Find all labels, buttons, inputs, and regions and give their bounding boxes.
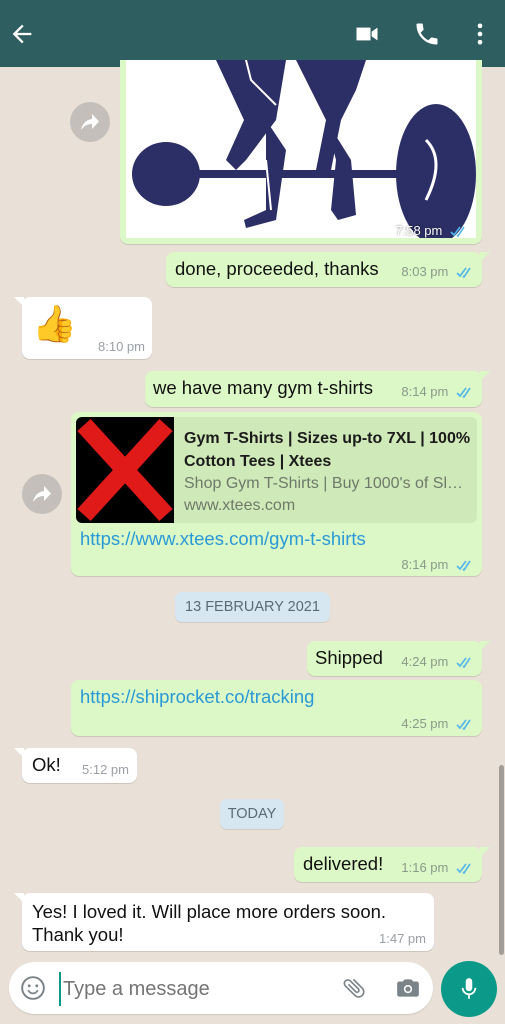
- message-meta: 5:12 pm: [82, 762, 129, 777]
- outgoing-message[interactable]: we have many gym t-shirts 8:14 pm: [145, 371, 490, 407]
- paperclip-icon[interactable]: [341, 975, 367, 1006]
- link-preview-card[interactable]: Gym T-Shirts | Sizes up-to 7XL | 100% Co…: [76, 417, 477, 523]
- message-link[interactable]: https://www.xtees.com/gym-t-shirts: [80, 528, 366, 550]
- message-time: 5:12 pm: [82, 762, 129, 777]
- message-text-line2: Thank you!: [32, 924, 124, 945]
- link-preview-description: Shop Gym T-Shirts | Buy 1000's of Sl…: [184, 475, 464, 492]
- message-link[interactable]: https://shiprocket.co/tracking: [80, 686, 314, 708]
- link-preview-domain: www.xtees.com: [184, 497, 296, 514]
- camera-icon[interactable]: [395, 975, 421, 1006]
- outgoing-message[interactable]: https://shiprocket.co/tracking 4:25 pm: [71, 680, 482, 736]
- message-meta: 4:24 pm: [401, 654, 474, 669]
- phone-icon[interactable]: [413, 20, 441, 48]
- read-ticks-icon: [450, 226, 465, 238]
- message-meta: 1:47 pm: [379, 931, 426, 946]
- message-meta: 8:10 pm: [98, 339, 145, 354]
- mic-button[interactable]: [441, 961, 497, 1017]
- incoming-message[interactable]: 👍 8:10 pm: [14, 297, 152, 359]
- message-composer: [9, 962, 433, 1014]
- weightlifter-illustration: [126, 60, 476, 238]
- forward-icon: [81, 114, 99, 130]
- message-time: 1:47 pm: [379, 931, 426, 946]
- read-ticks-icon: [456, 657, 471, 669]
- message-text-line1: Yes! I loved it. Will place more orders …: [32, 901, 387, 922]
- message-time: 1:16 pm: [401, 860, 449, 875]
- outgoing-message[interactable]: delivered! 1:16 pm: [294, 847, 490, 882]
- message-time: 8:10 pm: [98, 339, 145, 354]
- message-text: Shipped: [315, 647, 383, 668]
- message-meta: 8:14 pm: [401, 384, 474, 399]
- forward-button[interactable]: [22, 474, 62, 514]
- image-message[interactable]: 7:58 pm: [120, 60, 482, 244]
- message-emoji: 👍: [32, 303, 77, 344]
- red-x-image: [77, 418, 173, 522]
- message-text: we have many gym t-shirts: [153, 377, 374, 398]
- date-separator: 13 FEBRUARY 2021: [175, 592, 330, 622]
- message-meta: 8:03 pm: [401, 264, 474, 279]
- message-meta: 8:14 pm: [401, 557, 474, 572]
- message-time: 4:24 pm: [401, 654, 449, 669]
- link-preview-thumbnail: [76, 417, 174, 523]
- message-input[interactable]: [59, 972, 325, 1006]
- read-ticks-icon: [456, 387, 471, 399]
- message-time: 8:14 pm: [401, 384, 449, 399]
- date-separator: TODAY: [220, 799, 284, 829]
- read-ticks-icon: [456, 719, 471, 731]
- arrow-left-icon[interactable]: [8, 20, 36, 48]
- link-preview-title: Gym T-Shirts | Sizes up-to 7XL | 100% Co…: [184, 430, 471, 470]
- chat-header: [0, 0, 505, 67]
- read-ticks-icon: [456, 863, 471, 875]
- video-camera-icon[interactable]: [353, 20, 381, 48]
- message-time: 8:03 pm: [401, 264, 449, 279]
- microphone-icon: [456, 975, 482, 1008]
- incoming-message[interactable]: Yes! I loved it. Will place more orders …: [14, 893, 434, 951]
- message-time: 7:58 pm: [395, 223, 443, 238]
- message-time: 8:14 pm: [401, 557, 449, 572]
- message-meta: 1:16 pm: [401, 860, 474, 875]
- message-meta: 4:25 pm: [401, 716, 474, 731]
- message-image[interactable]: [126, 60, 476, 238]
- chat-scrollbar[interactable]: [499, 765, 504, 955]
- message-text: done, proceeded, thanks: [175, 258, 379, 279]
- forward-button[interactable]: [70, 102, 110, 142]
- message-time: 4:25 pm: [401, 716, 449, 731]
- message-text: delivered!: [303, 853, 384, 874]
- forward-icon: [33, 486, 51, 502]
- emoji-icon[interactable]: [20, 975, 46, 1006]
- message-meta: 7:58 pm: [395, 223, 468, 238]
- outgoing-message[interactable]: Shipped 4:24 pm: [307, 641, 490, 676]
- message-text: Ok!: [32, 754, 61, 775]
- outgoing-message[interactable]: done, proceeded, thanks 8:03 pm: [166, 252, 490, 287]
- read-ticks-icon: [456, 560, 471, 572]
- link-preview-message[interactable]: Gym T-Shirts | Sizes up-to 7XL | 100% Co…: [71, 412, 482, 576]
- more-vertical-icon[interactable]: [466, 20, 494, 48]
- incoming-message[interactable]: Ok! 5:12 pm: [14, 748, 137, 783]
- read-ticks-icon: [456, 267, 471, 279]
